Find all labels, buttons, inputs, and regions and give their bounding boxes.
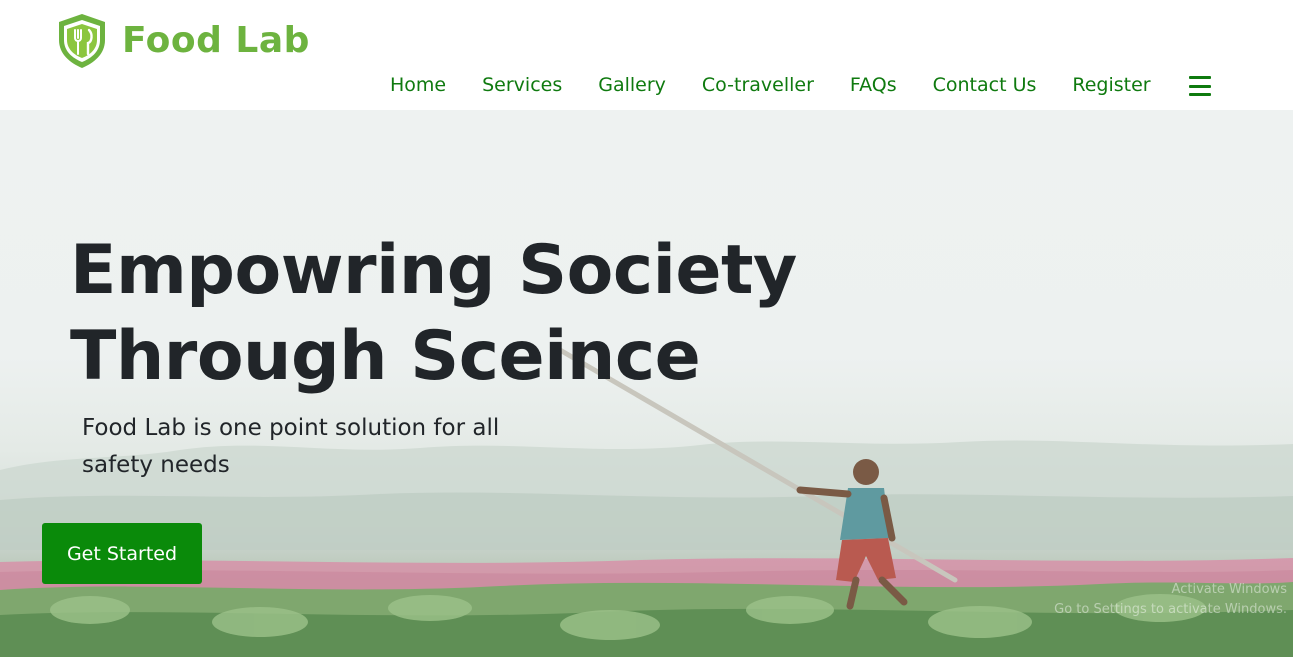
activate-windows-watermark: Activate Windows Go to Settings to activ… [1054, 580, 1287, 620]
hero-title: Empowring Society Through Sceince [70, 228, 797, 400]
nav-co-traveller[interactable]: Co-traveller [702, 74, 814, 96]
watermark-line-2: Go to Settings to activate Windows. [1054, 602, 1287, 617]
hero-section: Empowring Society Through Sceince Food L… [0, 110, 1293, 657]
watermark-line-1: Activate Windows [1171, 582, 1287, 597]
nav-faqs[interactable]: FAQs [850, 74, 897, 96]
get-started-button[interactable]: Get Started [42, 523, 202, 584]
brand-name: Food Lab [122, 20, 310, 61]
nav-home[interactable]: Home [390, 74, 446, 96]
logo[interactable]: Food Lab [56, 12, 310, 70]
nav-gallery[interactable]: Gallery [598, 74, 666, 96]
nav-contact-us[interactable]: Contact Us [933, 74, 1037, 96]
nav-services[interactable]: Services [482, 74, 562, 96]
hero-title-line-1: Empowring Society [70, 231, 797, 310]
hero-subtitle: Food Lab is one point solution for all s… [82, 415, 500, 478]
hamburger-menu-icon[interactable] [1188, 76, 1211, 96]
site-header: Food Lab Home Services Gallery Co-travel… [0, 0, 1293, 110]
main-nav: Home Services Gallery Co-traveller FAQs … [372, 74, 1211, 96]
shield-fork-knife-icon [59, 14, 105, 68]
nav-register[interactable]: Register [1072, 74, 1150, 96]
hero-title-line-2: Through Sceince [70, 317, 701, 396]
